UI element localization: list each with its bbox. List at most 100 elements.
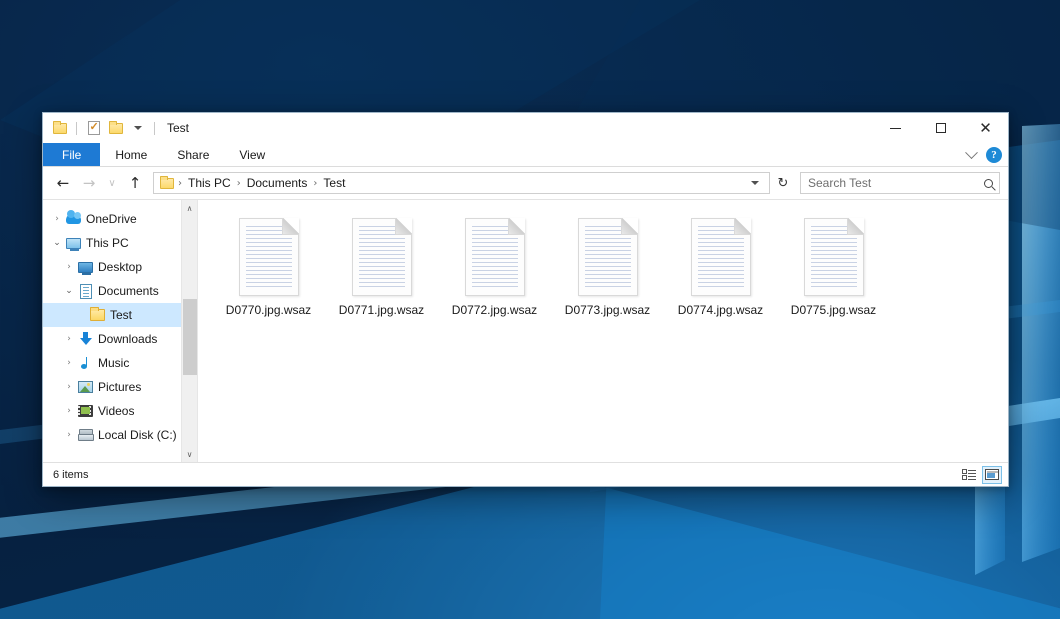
sidebar-item-label: Desktop: [98, 260, 142, 274]
file-item[interactable]: D0771.jpg.wsaz: [325, 214, 438, 323]
chevron-down-icon[interactable]: ⌄: [49, 238, 65, 248]
tab-home[interactable]: Home: [100, 143, 162, 166]
ribbon-controls: ?: [967, 143, 1002, 167]
ribbon-tabs: File Home Share View ?: [43, 143, 1008, 167]
help-icon[interactable]: ?: [986, 147, 1002, 163]
file-item[interactable]: D0772.jpg.wsaz: [438, 214, 551, 323]
chevron-down-icon[interactable]: ⌄: [61, 286, 77, 296]
breadcrumb-item-test[interactable]: Test: [319, 176, 349, 190]
sidebar-item-videos[interactable]: › Videos: [43, 399, 197, 423]
scroll-down-icon[interactable]: ∨: [182, 446, 198, 462]
status-bar: 6 items: [43, 462, 1008, 486]
chevron-right-icon[interactable]: ›: [61, 382, 77, 392]
view-mode-buttons: [959, 466, 1002, 484]
file-name-label: D0774.jpg.wsaz: [678, 303, 763, 317]
file-explorer-window: Test ✕ File Home Share View ? ← → ∨ ↑ › …: [42, 112, 1009, 487]
sidebar-item-label: This PC: [86, 236, 129, 250]
breadcrumb[interactable]: › This PC › Documents › Test: [153, 172, 770, 194]
disk-icon: [77, 429, 94, 441]
file-item[interactable]: D0774.jpg.wsaz: [664, 214, 777, 323]
file-name-label: D0775.jpg.wsaz: [791, 303, 876, 317]
separator: [76, 122, 77, 135]
sidebar-item-music[interactable]: › Music: [43, 351, 197, 375]
search-input[interactable]: [808, 176, 984, 190]
sidebar-item-label: Downloads: [98, 332, 157, 346]
sidebar-item-pictures[interactable]: › Pictures: [43, 375, 197, 399]
cloud-icon: [65, 214, 82, 224]
search-icon[interactable]: [984, 179, 993, 188]
file-grid: D0770.jpg.wsaz D0771.jpg.wsaz D0772.jpg.…: [212, 214, 1008, 323]
sidebar-item-label: Local Disk (C:): [98, 428, 177, 442]
window-title: Test: [167, 121, 189, 135]
file-list-pane[interactable]: D0770.jpg.wsaz D0771.jpg.wsaz D0772.jpg.…: [198, 200, 1008, 462]
generic-document-icon: [804, 218, 864, 296]
file-item[interactable]: D0775.jpg.wsaz: [777, 214, 890, 323]
details-view-button[interactable]: [959, 466, 979, 484]
minimize-button[interactable]: [873, 113, 918, 143]
search-box[interactable]: [800, 172, 1000, 194]
chevron-right-icon[interactable]: ›: [61, 262, 77, 272]
file-item[interactable]: D0770.jpg.wsaz: [212, 214, 325, 323]
tab-share[interactable]: Share: [162, 143, 224, 166]
folder-icon[interactable]: [51, 120, 68, 137]
file-item[interactable]: D0773.jpg.wsaz: [551, 214, 664, 323]
sidebar-item-local-disk-c[interactable]: › Local Disk (C:): [43, 423, 197, 447]
forward-button[interactable]: →: [77, 171, 101, 195]
recent-locations-button[interactable]: ∨: [103, 171, 121, 195]
breadcrumb-folder-icon: [160, 178, 174, 189]
large-icons-view-button[interactable]: [982, 466, 1002, 484]
properties-icon[interactable]: [85, 120, 102, 137]
maximize-button[interactable]: [918, 113, 963, 143]
file-name-label: D0771.jpg.wsaz: [339, 303, 424, 317]
sidebar-item-onedrive[interactable]: › OneDrive: [43, 207, 197, 231]
sidebar-item-desktop[interactable]: › Desktop: [43, 255, 197, 279]
chevron-right-icon[interactable]: ›: [61, 334, 77, 344]
scroll-up-icon[interactable]: ∧: [182, 200, 198, 216]
tab-file[interactable]: File: [43, 143, 100, 166]
chevron-right-icon[interactable]: ›: [61, 406, 77, 416]
back-button[interactable]: ←: [51, 171, 75, 195]
breadcrumb-item-documents[interactable]: Documents: [243, 176, 312, 190]
address-bar: ← → ∨ ↑ › This PC › Documents › Test ↻: [43, 167, 1008, 199]
chevron-right-icon[interactable]: ›: [61, 430, 77, 440]
sidebar-item-test[interactable]: Test: [43, 303, 197, 327]
navigation-scrollbar[interactable]: ∧ ∨: [181, 200, 197, 462]
close-icon: ✕: [979, 121, 992, 136]
up-button[interactable]: ↑: [123, 171, 147, 195]
folder-icon: [89, 309, 106, 321]
generic-document-icon: [691, 218, 751, 296]
new-folder-icon[interactable]: [107, 120, 124, 137]
chevron-right-icon[interactable]: ›: [49, 214, 65, 224]
sidebar-item-documents[interactable]: ⌄ Documents: [43, 279, 197, 303]
documents-icon: [77, 284, 94, 299]
generic-document-icon: [578, 218, 638, 296]
sidebar-item-downloads[interactable]: › Downloads: [43, 327, 197, 351]
sidebar-item-label: Documents: [98, 284, 159, 298]
window-controls: ✕: [873, 113, 1008, 143]
breadcrumb-separator: ›: [176, 178, 184, 189]
tab-view[interactable]: View: [224, 143, 280, 166]
sidebar-item-this-pc[interactable]: ⌄ This PC: [43, 231, 197, 255]
title-bar[interactable]: Test ✕: [43, 113, 1008, 143]
scrollbar-track[interactable]: [182, 216, 198, 446]
computer-icon: [65, 238, 82, 249]
sidebar-item-label: Music: [98, 356, 129, 370]
music-icon: [77, 356, 94, 370]
breadcrumb-separator: ›: [235, 178, 243, 189]
chevron-down-icon[interactable]: [129, 120, 146, 137]
breadcrumb-item-this-pc[interactable]: This PC: [184, 176, 235, 190]
navigation-pane: › OneDrive ⌄ This PC › Desktop ⌄: [43, 200, 198, 462]
expand-ribbon-icon[interactable]: [965, 146, 978, 159]
downloads-icon: [77, 332, 94, 346]
breadcrumb-list: › This PC › Documents › Test: [176, 176, 744, 190]
refresh-button[interactable]: ↻: [772, 172, 794, 194]
workspace: › OneDrive ⌄ This PC › Desktop ⌄: [43, 199, 1008, 462]
generic-document-icon: [239, 218, 299, 296]
generic-document-icon: [352, 218, 412, 296]
pictures-icon: [77, 381, 94, 393]
file-name-label: D0772.jpg.wsaz: [452, 303, 537, 317]
breadcrumb-dropdown-icon[interactable]: [751, 181, 759, 185]
chevron-right-icon[interactable]: ›: [61, 358, 77, 368]
close-button[interactable]: ✕: [963, 113, 1008, 143]
scrollbar-thumb[interactable]: [183, 299, 197, 375]
